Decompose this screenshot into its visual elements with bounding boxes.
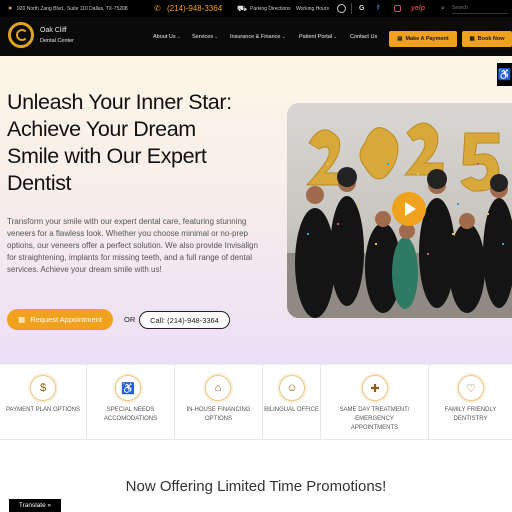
feature-label: In-House Financing Options (186, 407, 251, 422)
play-video-button[interactable] (392, 192, 426, 226)
facebook-icon[interactable]: f (377, 0, 379, 17)
call-button[interactable]: Call: (214)-948-3364 (139, 311, 230, 329)
nav-label: About Us (153, 34, 176, 40)
or-text: OR (124, 315, 136, 324)
google-icon[interactable]: G (359, 0, 364, 17)
nav-about-us[interactable]: About Us⌄ (153, 34, 181, 40)
calendar-icon: ▦ (18, 315, 26, 324)
payment-plan-icon: $ (30, 375, 56, 401)
working-hours-link[interactable]: Working Hours (296, 0, 329, 17)
tooth-icon: ♡ (458, 375, 484, 401)
special-needs-icon: ♿ (115, 375, 141, 401)
chevron-down-icon: ⌄ (176, 34, 181, 40)
logo-icon[interactable] (8, 22, 34, 48)
location-pin-icon: ● (8, 5, 13, 12)
accessibility-icon[interactable]: ♿ (497, 63, 512, 86)
feature-in-house-financing: ⌂ In-House Financing Options (175, 365, 263, 441)
hero-headline: Unleash Your Inner Star: Achieve Your Dr… (7, 90, 232, 195)
nav-label: Patient Portal (299, 34, 333, 40)
feature-special-needs: ♿ Special Needs Accomodations (87, 365, 175, 441)
office-address[interactable]: 920 North Zang Blvd., Suite 110 Dallas, … (17, 0, 128, 17)
payment-icon: ▤ (397, 36, 403, 42)
nav-patient-portal[interactable]: Patient Portal⌄ (299, 34, 337, 40)
feature-payment-plan: $ Payment Plan Options (0, 365, 87, 441)
parking-directions-link[interactable]: Parking Directions (250, 0, 291, 17)
feature-bilingual: ☺ Bilingual Office (263, 365, 321, 441)
topbar-phone-link[interactable]: (214)-948-3364 (167, 0, 222, 17)
clock-icon[interactable] (337, 4, 346, 13)
emergency-icon: ✚ (362, 375, 388, 401)
calendar-icon: ▦ (469, 36, 475, 42)
feature-label: Same Day Treatment/ Emergency Appointmen… (339, 407, 410, 431)
nav-contact-us[interactable]: Contact Us (350, 34, 377, 40)
parking-icon: ⛟ (237, 3, 248, 13)
instagram-icon[interactable] (394, 5, 401, 12)
yelp-icon[interactable]: yelp (411, 0, 425, 17)
request-appointment-button[interactable]: ▦ Request Appointment (7, 309, 113, 330)
feature-emergency: ✚ Same Day Treatment/ Emergency Appointm… (321, 365, 429, 441)
make-payment-button[interactable]: ▤ Make A Payment (389, 31, 457, 47)
top-bar: ● 920 North Zang Blvd., Suite 110 Dallas… (0, 0, 512, 17)
make-payment-label: Make A Payment (405, 36, 449, 42)
nav-insurance-finance[interactable]: Insurance & Finance⌄ (230, 34, 286, 40)
nav-label: Contact Us (350, 34, 378, 40)
nav-label: Insurance & Finance (230, 34, 281, 40)
book-now-label: Book Now (477, 36, 505, 42)
chevron-down-icon: ⌄ (333, 34, 338, 40)
divider (351, 3, 352, 14)
features-strip: $ Payment Plan Options ♿ Special Needs A… (0, 364, 512, 441)
nav-label: Services (192, 34, 214, 40)
logo-name[interactable]: Oak Cliff (40, 27, 67, 34)
logo-subtitle[interactable]: Dental Center (40, 38, 74, 44)
feature-label: Special Needs Accomodations (103, 407, 158, 422)
chevron-down-icon: ⌄ (281, 34, 286, 40)
main-nav: Oak Cliff Dental Center About Us⌄ Servic… (0, 17, 512, 56)
search-input[interactable] (452, 3, 508, 14)
book-now-button[interactable]: ▦ Book Now (462, 31, 512, 47)
chevron-down-icon: ⌄ (214, 34, 219, 40)
promotions-heading: Now Offering Limited Time Promotions! (125, 478, 387, 495)
hero-intro: Transform your smile with our expert den… (7, 217, 258, 274)
nav-services[interactable]: Services⌄ (192, 34, 218, 40)
feature-label: Payment Plan Options (5, 407, 80, 413)
feature-family-friendly: ♡ Family Friendly Dentistry (429, 365, 512, 441)
bilingual-icon: ☺ (279, 375, 305, 401)
feature-label: Family Friendly Dentistry (444, 407, 497, 422)
feature-label: Bilingual Office (264, 407, 319, 413)
translate-button[interactable]: Translate » (9, 499, 61, 512)
request-appointment-label: Request Appointment (30, 315, 102, 324)
search-icon[interactable]: ⌕ (441, 0, 445, 17)
phone-icon: ✆ (154, 4, 161, 13)
in-house-financing-icon: ⌂ (205, 375, 231, 401)
